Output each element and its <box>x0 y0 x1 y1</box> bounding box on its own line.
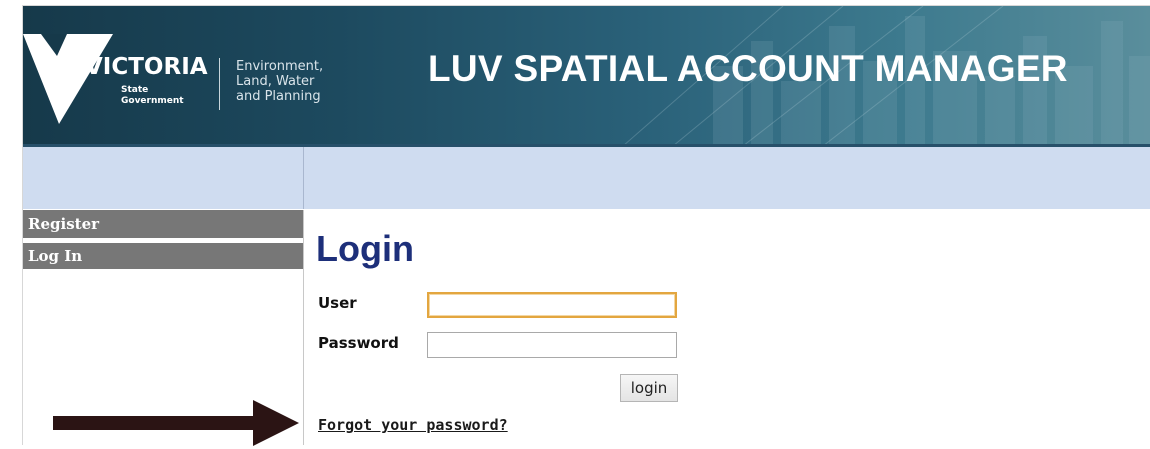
user-label: User <box>318 294 357 312</box>
page-title: Login <box>316 228 414 269</box>
logo-wordmark: VICTORIA <box>85 54 208 80</box>
user-input[interactable] <box>427 292 677 318</box>
login-panel: Login User Password login Forgot your pa… <box>316 210 1116 445</box>
department-name: Environment, Land, Water and Planning <box>236 59 324 104</box>
sub-navigation-bar <box>23 147 1150 209</box>
annotation-arrow-icon <box>53 400 299 446</box>
app-title: LUV SPATIAL ACCOUNT MANAGER <box>428 48 1068 89</box>
subbar-divider <box>303 147 304 209</box>
header-banner: VICTORIA State Government Environment, L… <box>23 6 1150 146</box>
forgot-password-link[interactable]: Forgot your password? <box>318 416 508 434</box>
logo-divider <box>219 58 220 110</box>
password-label: Password <box>318 334 399 352</box>
password-input[interactable] <box>427 332 677 358</box>
sidebar-item-register[interactable]: Register <box>23 210 303 238</box>
sidebar-item-log-in[interactable]: Log In <box>23 243 303 269</box>
page-frame: VICTORIA State Government Environment, L… <box>22 5 1150 445</box>
login-button[interactable]: login <box>620 374 678 402</box>
logo-subtitle: State Government <box>121 85 184 106</box>
